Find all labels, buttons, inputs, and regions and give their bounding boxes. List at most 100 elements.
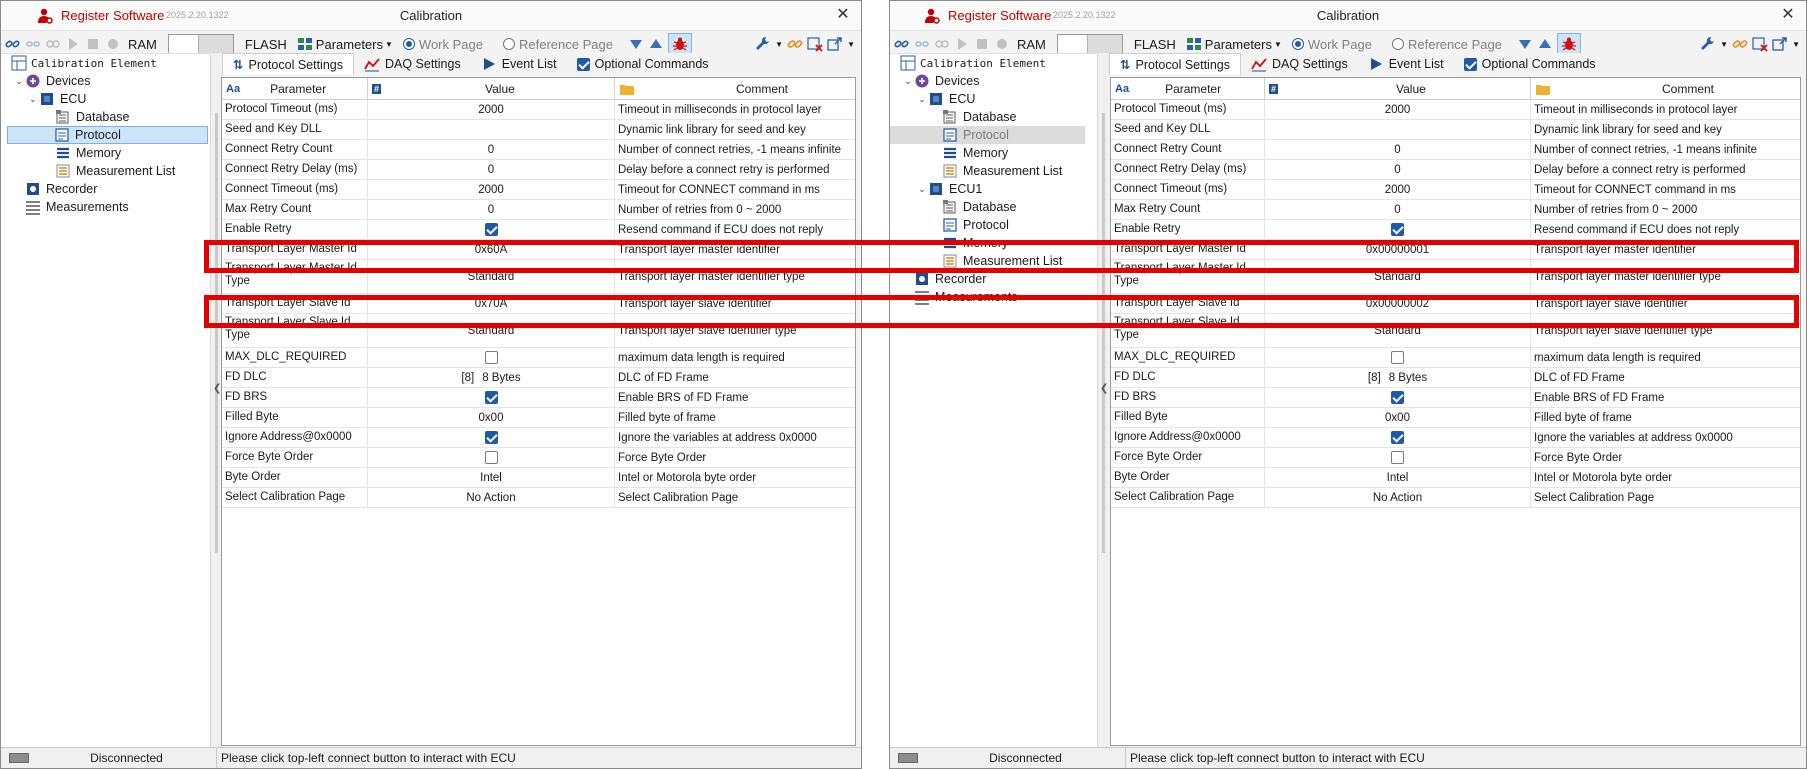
tab-event-list[interactable]: Event List (1358, 53, 1454, 75)
table-row[interactable]: Transport Layer Slave Id Type Standard Tra… (1111, 314, 1800, 348)
link-break-icon[interactable] (934, 36, 950, 52)
cell-value[interactable]: Intel (368, 468, 615, 487)
close-icon[interactable]: ✕ (1778, 5, 1798, 25)
checkbox-checked[interactable] (1391, 431, 1404, 444)
cell-value[interactable] (368, 120, 615, 139)
ram-flash-toggle[interactable] (1056, 34, 1123, 54)
cell-value[interactable]: 2000 (1265, 180, 1531, 199)
cell-value[interactable]: 0x00000001 (1265, 240, 1531, 259)
wrench-icon[interactable] (755, 36, 771, 52)
table-row[interactable]: Transport Layer Master Id Type Standard Tr… (222, 260, 855, 294)
table-row[interactable]: Byte Order Intel Intel or Motorola byte or… (222, 468, 855, 488)
tab-daq-settings[interactable]: DAQ Settings (1241, 53, 1358, 75)
cell-value[interactable]: 0 (368, 140, 615, 159)
tree-node-devices[interactable]: ⌄ Devices (890, 72, 1097, 90)
work-page-radio[interactable]: Work Page (1289, 33, 1375, 55)
chevron-left-icon[interactable]: ❮ (1100, 383, 1108, 394)
wrench-icon[interactable] (1700, 36, 1716, 52)
close-icon[interactable]: ✕ (833, 5, 853, 25)
cell-value[interactable] (1265, 348, 1531, 367)
column-header-comment[interactable]: Comment (1531, 78, 1800, 99)
disconnect-icon[interactable] (914, 36, 930, 52)
column-header-value[interactable]: # Value (368, 78, 615, 99)
column-header-parameter[interactable]: Aa Parameter (222, 78, 368, 99)
cell-value[interactable] (368, 348, 615, 367)
tree-node-ecu1-protocol[interactable]: Protocol (890, 216, 1097, 234)
table-row[interactable]: Protocol Timeout (ms) 2000 Timeout in mill… (222, 100, 855, 120)
tab-daq-settings[interactable]: DAQ Settings (354, 53, 471, 75)
tree-node-ecu1-memory[interactable]: Memory (890, 234, 1097, 252)
table-row[interactable]: Enable Retry Resend command if ECU does n… (222, 220, 855, 240)
connect-icon[interactable] (5, 36, 21, 52)
table-row[interactable]: Protocol Timeout (ms) 2000 Timeout in mill… (1111, 100, 1800, 120)
cell-value[interactable]: [8] 8 Bytes (1265, 368, 1531, 387)
table-row[interactable]: Seed and Key DLL Dynamic link library for… (222, 120, 855, 140)
tree-node-ecu[interactable]: ⌄ ECU (890, 90, 1097, 108)
arrow-down-icon[interactable] (628, 36, 644, 52)
tree-node-memory[interactable]: Memory (1, 144, 210, 162)
table-row[interactable]: Connect Timeout (ms) 2000 Timeout for CONN… (1111, 180, 1800, 200)
chain-link-icon[interactable] (1732, 36, 1748, 52)
checkbox-checked[interactable] (484, 223, 498, 236)
stop-icon[interactable] (85, 36, 101, 52)
table-row[interactable]: Ignore Address@0x0000 Ignore the variable… (222, 428, 855, 448)
checkbox-unchecked[interactable] (484, 451, 498, 464)
cell-value[interactable] (1265, 120, 1531, 139)
table-row[interactable]: Transport Layer Slave Id 0x70A Transport l… (222, 294, 855, 314)
parameters-menu[interactable]: Parameters ▼ (294, 33, 396, 55)
tree-node-measurement-list[interactable]: Measurement List (890, 162, 1097, 180)
clear-table-icon[interactable] (1752, 36, 1768, 52)
cell-value[interactable] (368, 448, 615, 467)
arrow-up-icon[interactable] (1537, 36, 1553, 52)
table-row[interactable]: Transport Layer Slave Id Type Standard Tra… (222, 314, 855, 348)
table-row[interactable]: Enable Retry Resend command if ECU does n… (1111, 220, 1800, 240)
table-row[interactable]: Filled Byte 0x00 Filled byte of frame (222, 408, 855, 428)
checkbox-unchecked[interactable] (1391, 451, 1404, 464)
table-row[interactable]: Transport Layer Slave Id 0x00000002 Transp… (1111, 294, 1800, 314)
table-row[interactable]: Max Retry Count 0 Number of retries from 0… (1111, 200, 1800, 220)
export-icon[interactable] (827, 36, 843, 52)
cell-value[interactable]: 0x00 (1265, 408, 1531, 427)
tree-node-recorder[interactable]: Recorder (890, 270, 1097, 288)
tab-protocol-settings[interactable]: ⇅ Protocol Settings (1109, 53, 1241, 75)
cell-value[interactable]: [8] 8 Bytes (368, 368, 615, 387)
stop-icon[interactable] (974, 36, 990, 52)
table-row[interactable]: Select Calibration Page No Action Select C… (1111, 488, 1800, 508)
chain-link-icon[interactable] (787, 36, 803, 52)
checkbox-checked[interactable] (484, 431, 498, 444)
cell-value[interactable] (1265, 388, 1531, 407)
connect-icon[interactable] (894, 36, 910, 52)
arrow-up-icon[interactable] (648, 36, 664, 52)
tab-optional-commands[interactable]: Optional Commands (567, 53, 719, 75)
checkbox-unchecked[interactable] (1391, 351, 1404, 364)
arrow-down-icon[interactable] (1517, 36, 1533, 52)
debug-button[interactable] (1556, 33, 1581, 55)
tree-node-ecu1-database[interactable]: Database (890, 198, 1097, 216)
tree-node-ecu[interactable]: ⌄ ECU (1, 90, 210, 108)
table-row[interactable]: MAX_DLC_REQUIRED maximum data length is r… (1111, 348, 1800, 368)
cell-value[interactable] (1265, 448, 1531, 467)
panel-splitter[interactable]: ❮ (1098, 53, 1109, 747)
tree-node-measurements[interactable]: Measurements (1, 198, 210, 216)
cell-value[interactable]: 2000 (368, 180, 615, 199)
tree-node-database[interactable]: Database (1, 108, 210, 126)
ram-flash-toggle[interactable] (167, 34, 234, 54)
tab-optional-commands[interactable]: Optional Commands (1454, 53, 1606, 75)
tree-node-protocol[interactable]: Protocol (7, 126, 208, 144)
cell-value[interactable]: Intel (1265, 468, 1531, 487)
cell-value[interactable] (368, 428, 615, 447)
checkbox-checked[interactable] (1391, 391, 1404, 404)
play-icon[interactable] (954, 36, 970, 52)
tree-node-ecu1[interactable]: ⌄ ECU1 (890, 180, 1097, 198)
table-row[interactable]: Force Byte Order Force Byte Order (1111, 448, 1800, 468)
table-row[interactable]: FD BRS Enable BRS of FD Frame (1111, 388, 1800, 408)
cell-value[interactable]: No Action (1265, 488, 1531, 507)
parameters-menu[interactable]: Parameters ▼ (1183, 33, 1285, 55)
cell-value[interactable]: 0 (368, 200, 615, 219)
tree-node-memory[interactable]: Memory (890, 144, 1097, 162)
tree-node-database[interactable]: Database (890, 108, 1097, 126)
cell-value[interactable]: 0 (368, 160, 615, 179)
checkbox-checked[interactable] (1391, 223, 1404, 236)
table-row[interactable]: Connect Retry Delay (ms) 0 Delay before a … (222, 160, 855, 180)
table-row[interactable]: Transport Layer Master Id 0x00000001 Trans… (1111, 240, 1800, 260)
